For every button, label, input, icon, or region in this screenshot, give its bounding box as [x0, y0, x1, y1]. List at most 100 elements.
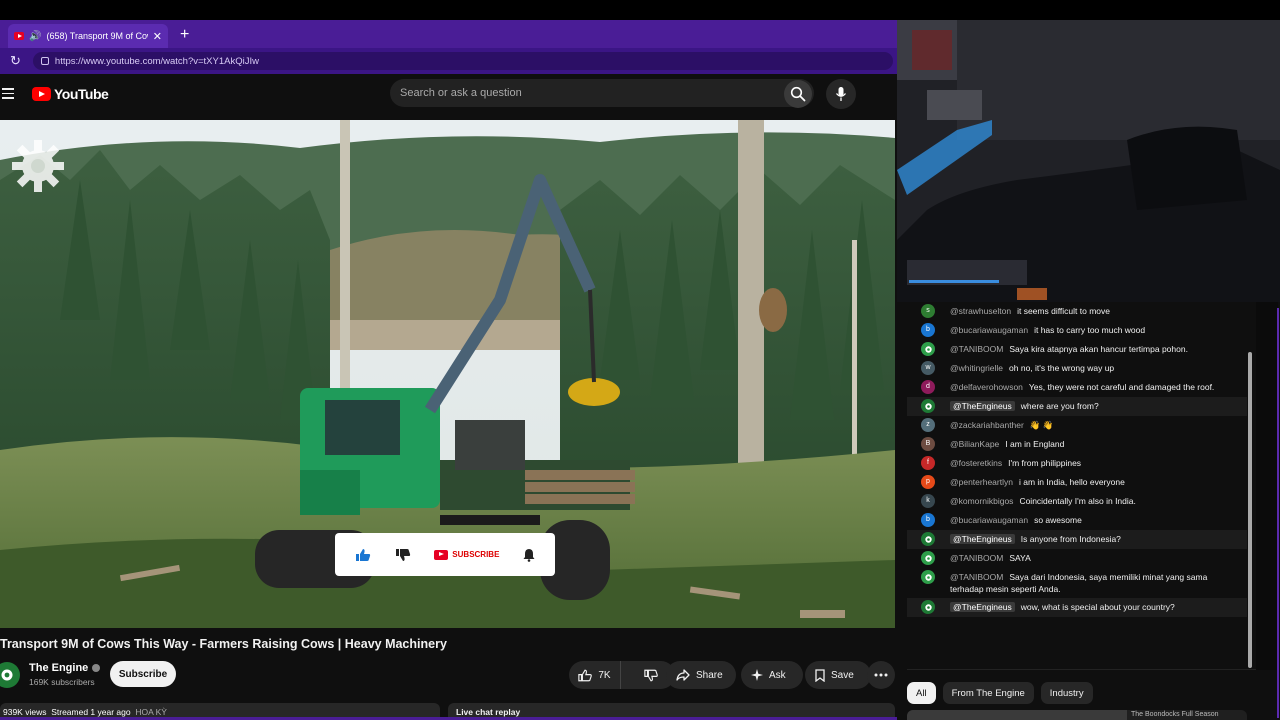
- speaker-icon[interactable]: 🔊: [29, 31, 41, 42]
- next-video-title: The Boondocks Full Season: [1131, 711, 1219, 718]
- chat-message[interactable]: @TheEngineus where are you from?: [907, 397, 1247, 416]
- channel-avatar[interactable]: [0, 662, 20, 688]
- chat-author[interactable]: @TANIBOOM: [950, 344, 1003, 354]
- chat-avatar[interactable]: [921, 532, 935, 546]
- chat-avatar[interactable]: z: [921, 418, 935, 432]
- search-button[interactable]: [784, 80, 812, 108]
- subscribe-button[interactable]: Subscribe: [110, 661, 176, 687]
- ask-button[interactable]: Ask: [741, 661, 803, 689]
- top-black-strip: [0, 0, 1280, 20]
- chat-avatar[interactable]: [921, 342, 935, 356]
- next-video-item[interactable]: The Boondocks Full Season: [907, 710, 1247, 720]
- chat-message[interactable]: f @fosteretkins I'm from philippines: [907, 454, 1247, 473]
- chat-message[interactable]: p @penterheartlyn i am in India, hello eve…: [907, 473, 1247, 492]
- chat-avatar[interactable]: [921, 551, 935, 565]
- view-count: 939K views: [3, 707, 47, 717]
- save-button[interactable]: Save: [805, 661, 871, 689]
- chat-message[interactable]: d @delfaverohowson Yes, they were not care…: [907, 378, 1247, 397]
- voice-search-button[interactable]: [826, 79, 856, 109]
- chat-author[interactable]: @penterheartlyn: [950, 477, 1013, 487]
- chat-message[interactable]: @TheEngineus Is anyone from Indonesia?: [907, 530, 1247, 549]
- gear-avatar-icon: [1, 669, 13, 681]
- chat-message[interactable]: s @strawhuselton it seems difficult to mov…: [907, 302, 1247, 321]
- country-tag: HOA KỲ: [135, 707, 167, 717]
- chat-author[interactable]: @fosteretkins: [950, 458, 1002, 468]
- site-info-icon[interactable]: [40, 57, 49, 65]
- chat-message[interactable]: b @bucariawaugaman so awesome: [907, 511, 1247, 530]
- video-player[interactable]: SUBSCRIBE: [0, 120, 895, 628]
- chat-avatar[interactable]: [921, 399, 935, 413]
- like-icon: [578, 669, 593, 681]
- chat-author[interactable]: @TANIBOOM: [950, 553, 1003, 563]
- microphone-icon: [835, 87, 847, 101]
- chat-message-body: @TANIBOOM Saya kira atapnya akan hancur t…: [950, 343, 1239, 355]
- window-edge: [1277, 308, 1279, 718]
- thumbs-down-icon[interactable]: [395, 548, 411, 562]
- chat-message[interactable]: z @zackariahbanther 👋 👋: [907, 416, 1247, 435]
- thumbs-up-icon[interactable]: [355, 548, 371, 562]
- chat-author[interactable]: @bucariawaugaman: [950, 325, 1028, 335]
- stream-date: Streamed 1 year ago: [51, 707, 131, 717]
- video-title: Transport 9M of Cows This Way - Farmers …: [0, 637, 447, 651]
- chat-avatar[interactable]: b: [921, 513, 935, 527]
- overlay-subscribe-label: SUBSCRIBE: [452, 550, 500, 559]
- chat-avatar[interactable]: f: [921, 456, 935, 470]
- chat-avatar[interactable]: s: [921, 304, 935, 318]
- channel-name[interactable]: The Engine: [29, 662, 101, 674]
- url-field[interactable]: https://www.youtube.com/watch?v=tXY1AkQi…: [32, 52, 893, 70]
- chat-author[interactable]: @bucariawaugaman: [950, 515, 1028, 525]
- chat-scrollbar[interactable]: [1248, 352, 1252, 668]
- chat-message[interactable]: @TANIBOOM SAYA: [907, 549, 1247, 568]
- chat-author[interactable]: @TANIBOOM: [950, 572, 1003, 582]
- bell-icon[interactable]: [523, 548, 535, 562]
- chat-author[interactable]: @strawhuselton: [950, 306, 1011, 316]
- chat-avatar[interactable]: w: [921, 361, 935, 375]
- chat-message[interactable]: k @komornikbigos Coincidentally I'm also i…: [907, 492, 1247, 511]
- chat-text: SAYA: [1009, 553, 1031, 563]
- chat-avatar[interactable]: d: [921, 380, 935, 394]
- chat-author[interactable]: @TheEngineus: [950, 534, 1015, 544]
- chat-avatar[interactable]: [921, 600, 935, 614]
- chat-avatar[interactable]: p: [921, 475, 935, 489]
- close-tab-icon[interactable]: ✕: [153, 30, 162, 43]
- tab-title: (658) Transport 9M of Cows Th: [46, 31, 147, 41]
- chat-author[interactable]: @delfaverohowson: [950, 382, 1023, 392]
- browser-tab[interactable]: 🔊 (658) Transport 9M of Cows Th ✕: [8, 24, 168, 48]
- share-button[interactable]: Share: [666, 661, 736, 689]
- chip-industry[interactable]: Industry: [1040, 682, 1093, 704]
- chat-author[interactable]: @komornikbigos: [950, 496, 1013, 506]
- chat-avatar[interactable]: b: [921, 323, 935, 337]
- youtube-mini-icon: [434, 549, 449, 560]
- youtube-logo[interactable]: YouTube: [32, 86, 109, 102]
- new-tab-button[interactable]: +: [180, 26, 189, 44]
- chat-message-body: @delfaverohowson Yes, they were not caref…: [950, 381, 1239, 393]
- reload-icon[interactable]: ↻: [10, 53, 21, 69]
- like-button[interactable]: 7K: [569, 661, 621, 689]
- chat-message[interactable]: @TANIBOOM Saya kira atapnya akan hancur t…: [907, 340, 1247, 359]
- chat-message[interactable]: @TheEngineus wow, what is special about y…: [907, 598, 1247, 617]
- subscribe-overlay[interactable]: SUBSCRIBE: [335, 533, 555, 576]
- more-actions-button[interactable]: [867, 661, 895, 689]
- chat-avatar[interactable]: [921, 570, 935, 584]
- scroll-down-arrow-icon[interactable]: ▼: [1247, 662, 1253, 668]
- channel-watermark-gear-icon[interactable]: [10, 138, 66, 194]
- search-input[interactable]: Search or ask a question: [390, 79, 814, 107]
- chat-avatar[interactable]: B: [921, 437, 935, 451]
- chip-all[interactable]: All: [907, 682, 936, 704]
- chat-message[interactable]: w @whitingrielle oh no, it's the wrong way…: [907, 359, 1247, 378]
- ask-label: Ask: [769, 669, 786, 681]
- chat-message[interactable]: b @bucariawaugaman it has to carry too muc…: [907, 321, 1247, 340]
- related-filter-chips: All From The Engine Industry: [907, 682, 1093, 704]
- chat-message[interactable]: B @BilianKape I am in England: [907, 435, 1247, 454]
- overlay-subscribe-button[interactable]: SUBSCRIBE: [434, 549, 500, 560]
- chat-message[interactable]: @TANIBOOM Saya dari Indonesia, saya memil…: [907, 568, 1247, 598]
- chat-author[interactable]: @TheEngineus: [950, 401, 1015, 411]
- chat-author[interactable]: @zackariahbanther: [950, 420, 1024, 430]
- chip-from-the-engine[interactable]: From The Engine: [942, 682, 1034, 704]
- chat-author[interactable]: @BilianKape: [950, 439, 999, 449]
- chat-author[interactable]: @TheEngineus: [950, 602, 1015, 612]
- menu-icon[interactable]: [2, 88, 14, 99]
- live-chat-panel[interactable]: s @strawhuselton it seems difficult to mov…: [907, 302, 1256, 670]
- chat-author[interactable]: @whitingrielle: [950, 363, 1003, 373]
- chat-avatar[interactable]: k: [921, 494, 935, 508]
